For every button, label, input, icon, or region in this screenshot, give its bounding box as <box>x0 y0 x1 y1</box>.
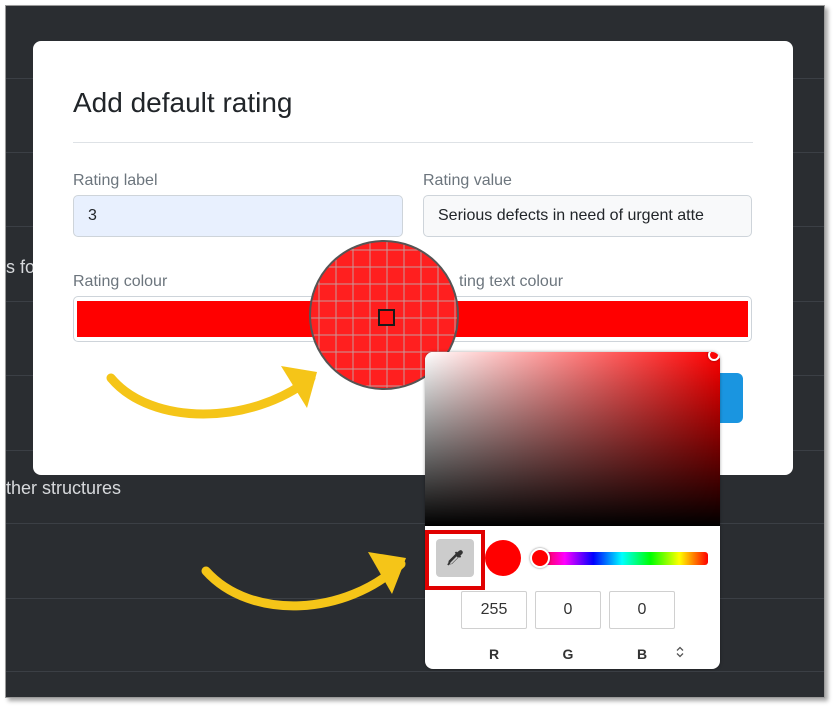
modal-title: Add default rating <box>73 87 293 118</box>
rating-colour-fill <box>77 301 329 337</box>
rating-text-colour-swatch[interactable] <box>423 296 752 342</box>
blue-input[interactable] <box>609 591 675 629</box>
up-down-chevron-icon <box>676 646 684 658</box>
blue-label: B <box>636 646 648 662</box>
background-text: s fo <box>6 257 36 277</box>
hue-slider-handle[interactable] <box>530 548 550 568</box>
rating-label-caption: Rating label <box>73 172 158 189</box>
rating-colour-swatch[interactable] <box>73 296 333 342</box>
annotation-arrow-icon <box>106 366 317 419</box>
rating-text-colour-fill <box>427 301 748 337</box>
red-input[interactable] <box>461 591 527 629</box>
color-preview-swatch <box>485 540 521 576</box>
magnifier-center-pixel <box>378 309 395 326</box>
hue-slider[interactable] <box>536 552 708 565</box>
rating-value-caption: Rating value <box>423 172 512 189</box>
screenshot-frame: s fo ther structures Add default rating … <box>5 5 825 698</box>
background-text: ther structures <box>6 478 122 498</box>
background-row-divider <box>6 671 824 672</box>
saturation-handle[interactable] <box>708 352 720 361</box>
modal-divider <box>73 142 753 143</box>
rating-label-input[interactable] <box>73 195 403 237</box>
eyedropper-highlight-box <box>425 530 485 590</box>
annotation-arrow-icon <box>201 552 406 611</box>
green-input[interactable] <box>535 591 601 629</box>
saturation-value-area[interactable] <box>425 352 720 526</box>
color-mode-toggle[interactable] <box>673 644 687 660</box>
color-picker-popover: R G B <box>425 352 720 669</box>
green-label: G <box>562 646 574 662</box>
red-label: R <box>488 646 500 662</box>
rating-colour-caption: Rating colour <box>73 273 168 290</box>
rating-value-input[interactable] <box>423 195 752 237</box>
rating-text-colour-caption: ting text colour <box>459 273 564 290</box>
